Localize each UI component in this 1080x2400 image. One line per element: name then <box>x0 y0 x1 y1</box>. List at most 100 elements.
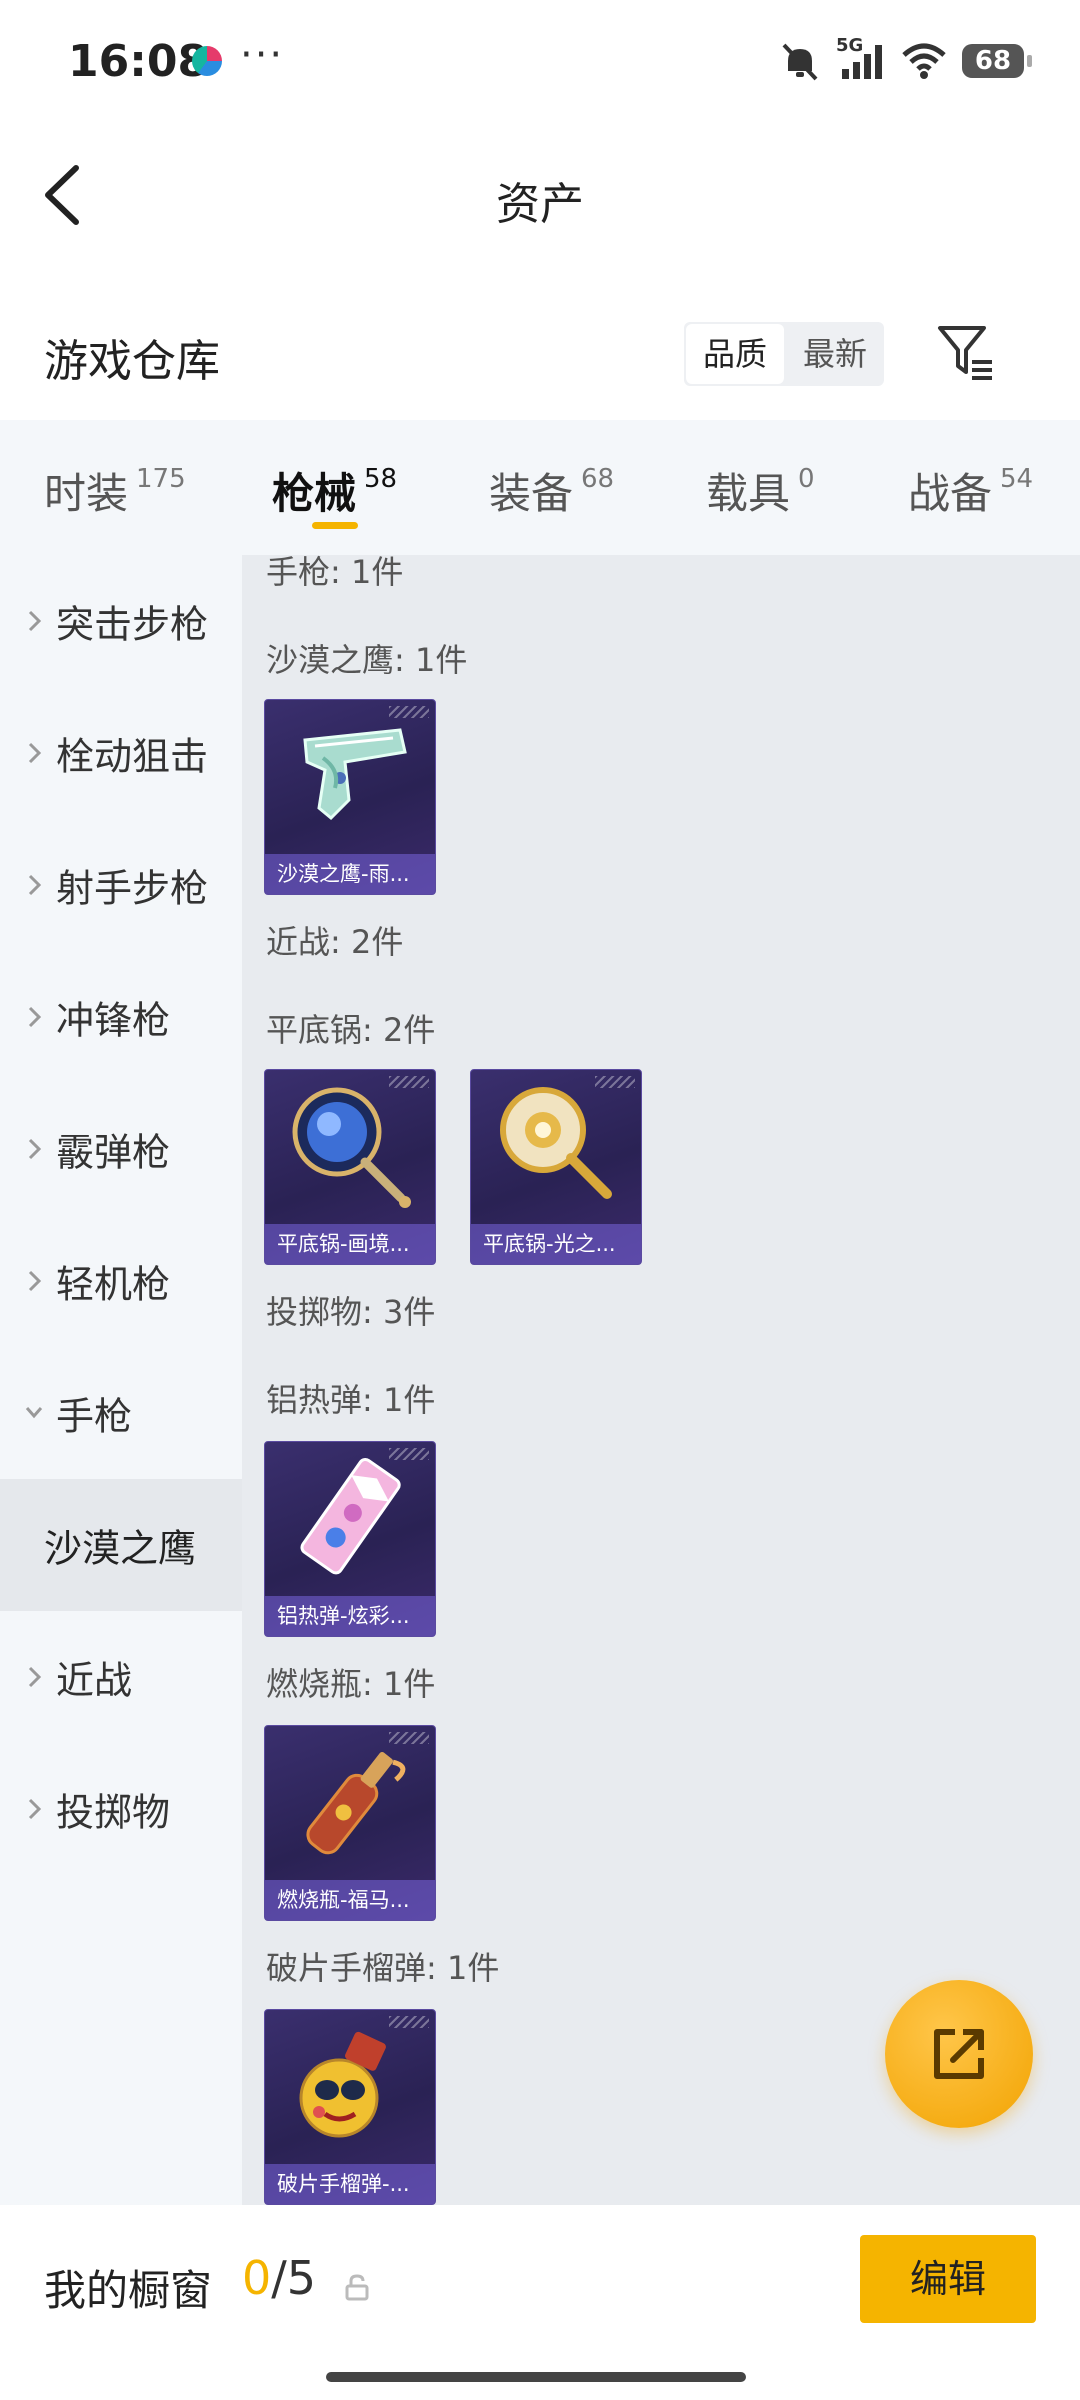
lock-icon <box>345 2274 369 2301</box>
sidebar-item-smg[interactable]: 冲锋枪 <box>0 951 242 1083</box>
sidebar-item-lmg[interactable]: 轻机枪 <box>0 1215 242 1347</box>
showcase-count-separator: / <box>271 2251 287 2305</box>
sidebar-item-assault-rifle[interactable]: 突击步枪 <box>0 555 242 687</box>
frag-grenade-icon <box>299 2031 386 2138</box>
sidebar-item-marksman-rifle[interactable]: 射手步枪 <box>0 819 242 951</box>
tab-firearms[interactable]: 枪械 58 <box>272 460 397 521</box>
tab-count: 175 <box>136 464 186 494</box>
item-card[interactable]: 平底锅-画境... <box>264 1069 436 1265</box>
sidebar: 突击步枪 栓动狙击 射手步枪 冲锋枪 霰弹枪 轻机枪 手枪 沙漠之鹰 近战 投掷… <box>0 555 242 2205</box>
chevron-down-icon <box>25 1407 43 1419</box>
subcategory-count-label: 破片手榴弹: 1件 <box>266 1949 500 1987</box>
warehouse-title: 游戏仓库 <box>44 336 220 387</box>
tab-equipment[interactable]: 装备 68 <box>489 460 614 521</box>
sidebar-item-label: 冲锋枪 <box>56 998 171 1043</box>
category-count-label: 投掷物: 3件 <box>266 1293 436 1331</box>
sidebar-item-pistol[interactable]: 手枪 <box>0 1347 242 1479</box>
tab-label: 载具 <box>706 469 791 518</box>
share-fab-button[interactable] <box>885 1980 1033 2128</box>
nav-header: 资产 <box>0 120 1080 270</box>
tab-combat-supplies[interactable]: 战备 54 <box>908 460 1033 521</box>
tab-fashion[interactable]: 时装 175 <box>44 460 186 521</box>
share-external-icon <box>934 2029 984 2079</box>
home-indicator[interactable] <box>326 2372 746 2382</box>
frying-pan-blue-icon <box>292 1087 411 1208</box>
item-card[interactable]: 破片手榴弹-... <box>264 2009 436 2205</box>
showcase-count-current: 0 <box>242 2251 272 2305</box>
tab-count: 58 <box>364 464 398 494</box>
active-tab-indicator <box>312 522 358 529</box>
sidebar-item-label: 突击步枪 <box>56 602 209 647</box>
tab-label: 时装 <box>44 469 129 518</box>
sidebar-item-throwables[interactable]: 投掷物 <box>0 1743 242 1875</box>
sidebar-item-label: 霰弹枪 <box>56 1130 171 1175</box>
status-bar: 16:08 ··· 5G 68 <box>0 0 1080 120</box>
tab-vehicles[interactable]: 载具 0 <box>706 460 815 521</box>
app-notification-icon <box>192 46 222 76</box>
sidebar-item-label: 栓动狙击 <box>56 734 209 779</box>
edit-showcase-button[interactable]: 编辑 <box>860 2235 1036 2323</box>
page-title: 资产 <box>496 179 584 230</box>
category-tabs: 时装 175 枪械 58 装备 68 载具 0 战备 54 <box>0 420 1080 555</box>
chevron-right-icon <box>28 874 42 896</box>
signal-icon: 5G <box>836 35 886 81</box>
item-card-name: 沙漠之鹰-雨... <box>265 854 435 894</box>
sort-toggle: 品质 最新 <box>684 322 884 386</box>
subcategory-count-label: 铝热弹: 1件 <box>266 1381 436 1419</box>
filter-icon[interactable] <box>936 322 996 382</box>
thermite-grenade-icon <box>300 1457 401 1575</box>
sidebar-item-label: 手枪 <box>56 1394 133 1439</box>
subcategory-count-label: 燃烧瓶: 1件 <box>266 1665 436 1703</box>
chevron-right-icon <box>28 1666 42 1688</box>
chevron-right-icon <box>28 1006 42 1028</box>
chevron-right-icon <box>28 1270 42 1292</box>
item-card-name: 平底锅-画境... <box>265 1224 435 1264</box>
item-card[interactable]: 平底锅-光之... <box>470 1069 642 1265</box>
sidebar-item-melee[interactable]: 近战 <box>0 1611 242 1743</box>
wifi-icon <box>902 43 946 79</box>
showcase-bar: 我的橱窗 0/5 编辑 <box>0 2205 1080 2400</box>
chevron-right-icon <box>28 1798 42 1820</box>
item-card[interactable]: 燃烧瓶-福马... <box>264 1725 436 1921</box>
sort-newest-button[interactable]: 最新 <box>786 322 884 386</box>
showcase-title: 我的橱窗 <box>44 2266 213 2315</box>
tab-count: 0 <box>798 464 815 494</box>
chevron-right-icon <box>28 1138 42 1160</box>
chevron-right-icon <box>28 742 42 764</box>
tab-count: 68 <box>581 464 615 494</box>
chevron-right-icon <box>28 610 42 632</box>
subcategory-count-label: 平底锅: 2件 <box>266 1011 436 1049</box>
sidebar-item-bolt-sniper[interactable]: 栓动狙击 <box>0 687 242 819</box>
mute-icon <box>782 43 818 81</box>
frying-pan-gold-icon <box>500 1087 612 1199</box>
subcategory-count-label: 沙漠之鹰: 1件 <box>266 641 468 679</box>
desert-eagle-pistol-icon <box>303 728 407 821</box>
showcase-count: 0/5 <box>242 2251 316 2305</box>
sidebar-item-label: 射手步枪 <box>56 866 209 911</box>
item-list[interactable]: 手枪: 1件 沙漠之鹰: 1件 沙漠之鹰-雨... 近战: 2件 平底锅: 2件… <box>242 555 1080 2205</box>
sidebar-item-label: 沙漠之鹰 <box>44 1526 197 1571</box>
tab-count: 54 <box>1000 464 1034 494</box>
category-count-label: 手枪: 1件 <box>266 555 404 591</box>
showcase-count-max: 5 <box>286 2251 317 2305</box>
sidebar-item-label: 近战 <box>56 1658 133 1703</box>
molotov-bottle-icon <box>306 1752 406 1855</box>
tab-label: 装备 <box>489 469 574 518</box>
category-count-label: 近战: 2件 <box>266 923 404 961</box>
sidebar-item-label: 投掷物 <box>56 1790 171 1835</box>
item-card[interactable]: 铝热弹-炫彩... <box>264 1441 436 1637</box>
tab-label: 枪械 <box>272 469 357 518</box>
sort-quality-button[interactable]: 品质 <box>686 324 784 384</box>
item-card-name: 破片手榴弹-... <box>265 2164 435 2204</box>
sidebar-subitem-desert-eagle[interactable]: 沙漠之鹰 <box>0 1479 242 1611</box>
battery-icon: 68 <box>962 44 1032 78</box>
item-card-name: 燃烧瓶-福马... <box>265 1880 435 1920</box>
item-card-name: 铝热弹-炫彩... <box>265 1596 435 1636</box>
tab-label: 战备 <box>908 469 993 518</box>
sidebar-item-shotgun[interactable]: 霰弹枪 <box>0 1083 242 1215</box>
status-time: 16:08 <box>68 36 209 87</box>
sidebar-item-label: 轻机枪 <box>56 1262 171 1307</box>
item-card-name: 平底锅-光之... <box>471 1224 641 1264</box>
item-card[interactable]: 沙漠之鹰-雨... <box>264 699 436 895</box>
more-notifications-icon: ··· <box>240 32 285 78</box>
